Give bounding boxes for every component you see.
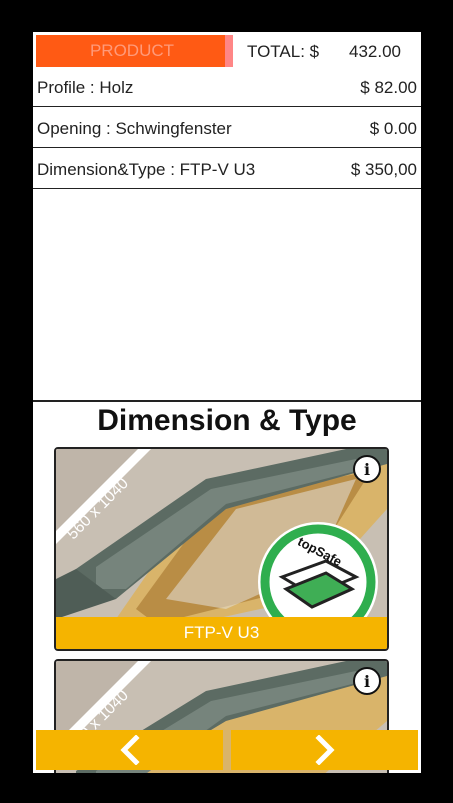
info-icon[interactable]: i [353, 455, 381, 483]
chevron-right-icon [314, 735, 335, 765]
summary-price: $ 0.00 [369, 119, 417, 138]
summary-price: $ 350,00 [350, 160, 417, 179]
card-caption: FTP-V U3 [56, 617, 387, 649]
app-screen: PRODUCT TOTAL: $ 432.00 Profile : Holz $… [33, 32, 421, 773]
summary-label: Opening : Schwingfenster [37, 119, 232, 138]
next-button[interactable] [231, 730, 418, 770]
total-value: 432.00 [349, 42, 401, 61]
product-tab-edge [225, 35, 233, 67]
info-icon[interactable]: i [353, 667, 381, 695]
header-bar: PRODUCT TOTAL: $ 432.00 [33, 32, 421, 70]
summary-label: Profile : Holz [37, 78, 134, 97]
product-button-label: PRODUCT [89, 41, 175, 60]
bottom-nav [33, 730, 421, 770]
chevron-left-icon [119, 735, 140, 765]
section-divider [33, 400, 421, 402]
section-title: Dimension & Type [97, 404, 357, 437]
product-button[interactable]: PRODUCT [36, 35, 228, 67]
total-label: TOTAL: $ [247, 42, 320, 61]
summary-price: $ 82.00 [360, 78, 417, 97]
product-card-ftp-v-u3[interactable]: 560 x 1040 topSafe i FTP-V U3 [54, 447, 389, 651]
summary-row-dimension-type[interactable]: Dimension&Type : FTP-V U3 $ 350,00 [33, 149, 421, 189]
prev-button[interactable] [36, 730, 223, 770]
summary-label: Dimension&Type : FTP-V U3 [37, 160, 256, 179]
summary-row-opening[interactable]: Opening : Schwingfenster $ 0.00 [33, 108, 421, 148]
summary-row-profile[interactable]: Profile : Holz $ 82.00 [33, 67, 421, 107]
